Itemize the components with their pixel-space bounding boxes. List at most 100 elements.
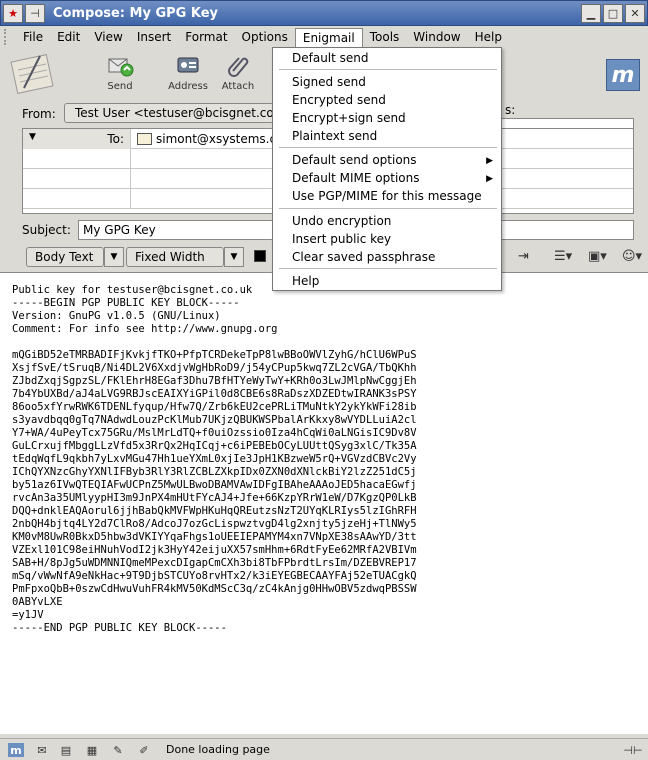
chat-icon[interactable]: ✐ [136,743,152,757]
menu-window[interactable]: Window [406,28,467,46]
font-dropdown-icon[interactable]: ▼ [224,247,244,267]
composer-icon[interactable]: ▦ [84,743,100,757]
menu-view[interactable]: View [87,28,129,46]
paragraph-dropdown-icon[interactable]: ▼ [104,247,124,267]
from-select[interactable]: Test User <testuser@bcisgnet.co.uk [64,103,294,123]
body-line: by51az6IVwQTEQIAFwUCPnZ5MwULBwoDBAMVAwID… [12,479,417,491]
body-line: SAB+H/8pJg5uWDMNNIQmeMPexcDIgapCmCXh3bi8… [12,557,417,569]
menu-help[interactable]: Help [468,28,509,46]
attachments-label: s: [505,103,516,117]
editor-icon[interactable]: ✎ [110,743,126,757]
menu-item-encrypt-sign-send[interactable]: Encrypt+sign send [292,111,406,125]
mozilla-status-icon[interactable]: m [8,743,24,757]
offline-toggle-icon[interactable]: ⊣⊢ [622,743,644,757]
body-line: XsjfSvE/tSruqB/Ni4DL2V6XxdjvWgHbRoD9/j54… [12,362,417,374]
recipient-type-cell [23,169,131,189]
status-bar: m ✉ ▤ ▦ ✎ ✐ Done loading page ⊣⊢ [0,738,648,760]
menu-separator [279,147,497,148]
menu-enigmail[interactable]: Enigmail [294,27,363,47]
menu-bar: File Edit View Insert Format Options Eni… [0,26,648,48]
menu-item-default-mime-options[interactable]: Default MIME options [292,171,420,185]
menu-file[interactable]: File [16,28,50,46]
body-line: GuLCrxujfMbggLLzVfd5x3RrQx2HqICqj+c6iPEB… [12,440,417,452]
menu-tools[interactable]: Tools [363,28,407,46]
body-line [12,336,417,349]
body-line: -----END PGP PUBLIC KEY BLOCK----- [12,622,227,634]
minimize-icon[interactable]: ▁ [581,4,601,23]
menu-item-help[interactable]: Help [292,274,319,288]
attach-label: Attach [221,81,255,92]
menu-edit[interactable]: Edit [50,28,87,46]
menu-options[interactable]: Options [235,28,295,46]
submenu-arrow-icon: ▶ [486,174,493,184]
address-icon [160,49,216,81]
indent-icon[interactable]: ⇥ [518,249,529,264]
recipient-type-cell [23,149,131,169]
body-line: VZExl101C98eiHNuhVodI2jk3HyY42eijuXX57sm… [12,544,417,556]
body-line: 2nbQH4bjtq4LY2d7ClRo8/AdcoJ7ozGcLispwztv… [12,518,417,530]
window-close-icon[interactable]: ✕ [625,4,645,23]
pin-icon[interactable]: ⊣ [25,4,45,23]
menubar-grip[interactable] [4,29,10,45]
dropdown-arrow-icon: ▼ [29,132,36,142]
to-label: To: [107,132,124,146]
body-line: rvcAn3a35UMlyypHI3m9JnPX4mHUtFYcAJ4+Jfe+… [12,492,417,504]
submenu-arrow-icon: ▶ [486,156,493,166]
menu-item-default-send[interactable]: Default send [292,51,369,65]
body-line: s3yavdbqq0gTq7NAdwdLouzPcKlMub7UKjzQBUKW… [12,414,417,426]
body-line: =y1JV [12,609,44,621]
menu-item-default-send-options[interactable]: Default send options [292,153,417,167]
address-button[interactable]: Address [160,49,216,97]
body-line: Y7+WA/4uPeyTcx75GRu/MslMrLdTQ+f0uiOzssio… [12,427,417,439]
body-line: mSq/vWwNfA9eNkHac+9T9DjbSTCUYo8rvHTx2/k3… [12,570,417,582]
menu-item-undo-encryption[interactable]: Undo encryption [292,214,391,228]
menu-item-encrypted-send[interactable]: Encrypted send [292,93,386,107]
insert-object-icon[interactable]: ▣▾ [588,249,607,264]
enigmail-menu: Default send Signed send Encrypted send … [272,47,502,291]
send-icon [92,49,148,81]
body-line: ZJbdZxqjSgpzSL/FKlEhrH8EGaf3Dhu7BfHTYeWy… [12,375,417,387]
from-label: From: [22,107,56,121]
send-label: Send [107,81,133,92]
font-select[interactable]: Fixed Width [126,247,224,267]
body-line: 7b4YbUXBd/aJ4aLVG9RBJscEAIXYiGPil0d8CBE6… [12,388,417,400]
message-body-text: Public key for testuser@bcisgnet.co.uk --… [12,284,417,635]
mail-icon[interactable]: ✉ [34,743,50,757]
body-line: DQQ+dnklEAQAorul6jjhBabQkMVFWpHKuHqQREut… [12,505,417,517]
send-button[interactable]: Send [92,49,148,97]
menu-format[interactable]: Format [178,28,234,46]
addressbook-icon[interactable]: ▤ [58,743,74,757]
menu-item-use-pgp-mime[interactable]: Use PGP/MIME for this message [292,189,482,203]
menu-insert[interactable]: Insert [130,28,178,46]
menu-item-signed-send[interactable]: Signed send [292,75,366,89]
menu-separator [279,268,497,269]
recipient-type-select[interactable]: ▼ To: [23,129,131,149]
window-title: Compose: My GPG Key [53,6,219,21]
window-menu-icon[interactable]: ★ [3,4,23,23]
body-line: PmFpxoQbB+0szwCdHwuVuhFR4kMV50KdMScC3q/z… [12,583,417,595]
message-body[interactable]: Public key for testuser@bcisgnet.co.uk --… [0,272,648,734]
address-card-icon [137,133,152,145]
body-line: Version: GnuPG v1.0.5 (GNU/Linux) [12,310,221,322]
maximize-icon[interactable]: □ [603,4,623,23]
menu-item-plaintext-send[interactable]: Plaintext send [292,129,377,143]
body-line: 86oo5xfYrwRWK6TDENLfyqup/Hfw7Q/Zrb6kEU2c… [12,401,417,413]
body-line: mQGiBD52eTMRBADIFjKvkjfTKO+PfpTCRDekeTpP… [12,349,417,361]
recipient-address-text: simont@xsystems.co [156,132,284,146]
status-text: Done loading page [166,743,270,756]
align-icon[interactable]: ☰▾ [554,249,572,264]
menu-item-insert-public-key[interactable]: Insert public key [292,232,391,246]
recipient-type-cell [23,189,131,209]
body-line: Comment: For info see http://www.gnupg.o… [12,323,278,335]
title-bar: ★ ⊣ Compose: My GPG Key ▁ □ ✕ [0,0,648,26]
attach-button[interactable]: Attach [210,49,266,97]
menu-separator [279,208,497,209]
body-line: IChQYXNzcGhyYXNlIFByb3RlY3RlZCBLZXkpIDx0… [12,466,417,478]
body-line: 0ABYvLXE [12,596,63,608]
text-color-swatch[interactable] [254,250,266,262]
smiley-icon[interactable]: ☺▾ [622,249,642,264]
paragraph-format-select[interactable]: Body Text [26,247,104,267]
menu-item-clear-passphrase[interactable]: Clear saved passphrase [292,250,435,264]
recipient-address[interactable]: simont@xsystems.co [137,132,283,146]
address-label: Address [168,81,208,92]
